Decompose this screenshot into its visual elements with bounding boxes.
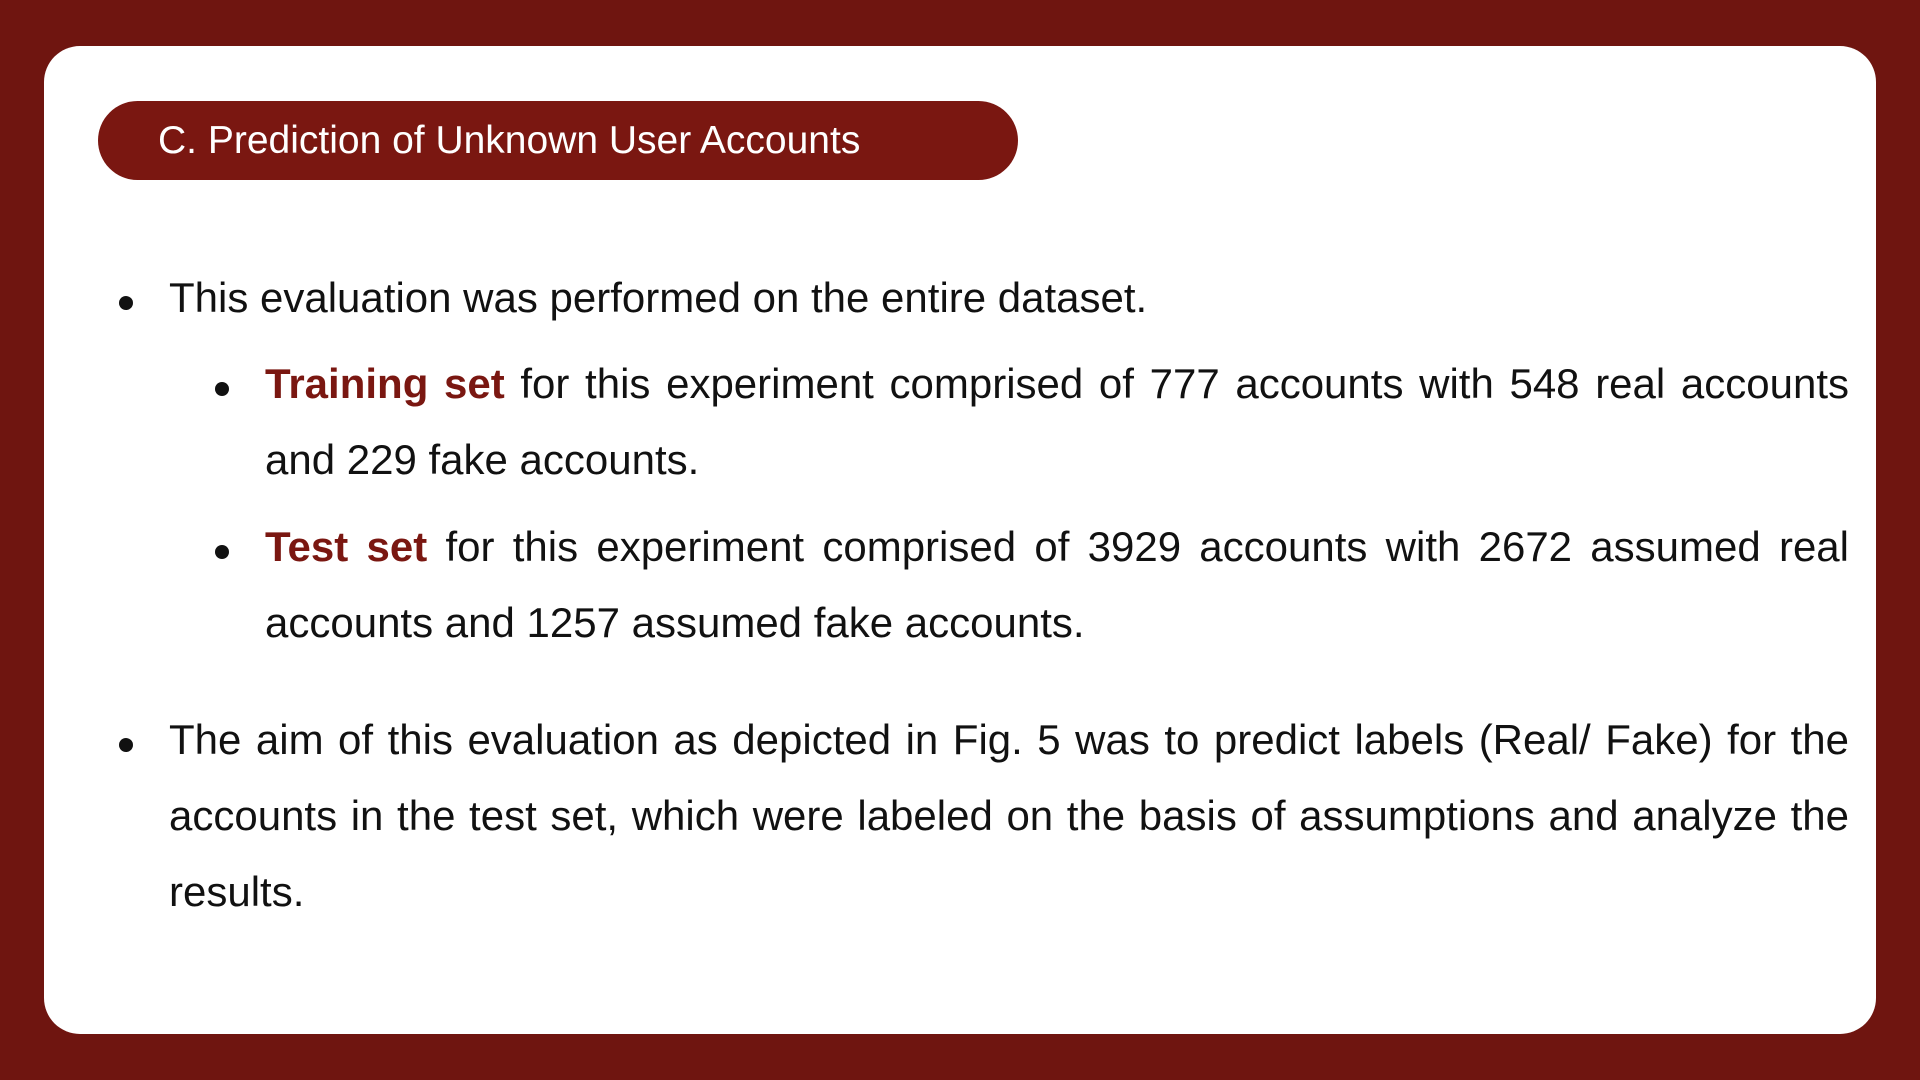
bullet-text: The aim of this evaluation as depicted i… xyxy=(169,716,1849,915)
bullet-dot-icon xyxy=(119,296,133,310)
highlight-training-set: Training set xyxy=(265,360,505,407)
bullet-text: This evaluation was performed on the ent… xyxy=(169,274,1148,321)
bullet-item-test-set: Test set for this experiment comprised o… xyxy=(265,509,1849,661)
bullet-dot-icon xyxy=(215,382,229,396)
bullet-item-training-set: Training set for this experiment compris… xyxy=(265,346,1849,498)
bullet-list: This evaluation was performed on the ent… xyxy=(44,46,1876,1034)
bullet-item-evaluation-aim: The aim of this evaluation as depicted i… xyxy=(169,702,1849,930)
content-card: C. Prediction of Unknown User Accounts T… xyxy=(44,46,1876,1034)
bullet-dot-icon xyxy=(215,545,229,559)
bullet-dot-icon xyxy=(119,738,133,752)
bullet-item-dataset: This evaluation was performed on the ent… xyxy=(169,260,1849,336)
bullet-text: for this experiment comprised of 3929 ac… xyxy=(265,523,1849,646)
highlight-test-set: Test set xyxy=(265,523,428,570)
